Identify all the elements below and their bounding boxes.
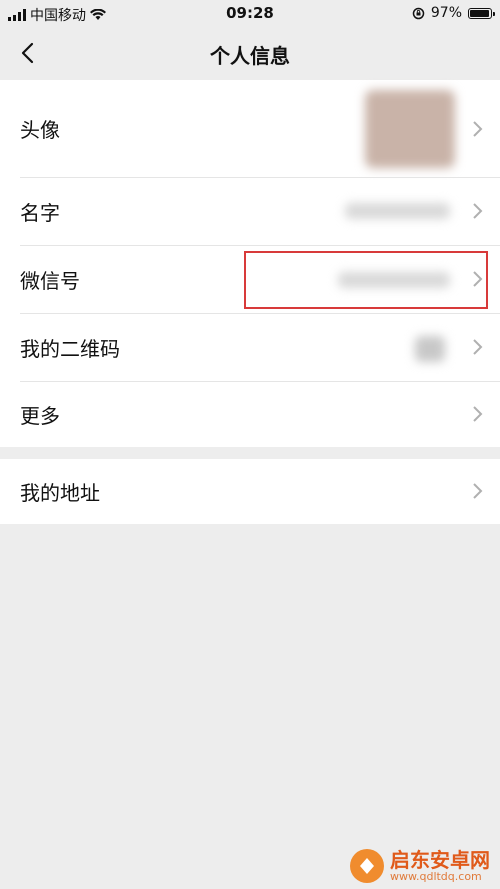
row-label: 微信号	[20, 269, 80, 293]
highlight-box	[244, 251, 488, 309]
watermark: 启东安卓网 www.qdltdq.com	[350, 849, 490, 883]
address-group: 我的地址	[0, 459, 500, 524]
battery-fill	[470, 9, 490, 17]
name-value-redacted	[345, 203, 450, 219]
row-label: 我的地址	[20, 481, 100, 505]
status-right: 97%	[412, 5, 495, 21]
chevron-right-icon	[473, 406, 483, 422]
status-bar: 中国移动 09:28 97%	[0, 0, 500, 28]
row-label: 头像	[20, 118, 60, 142]
watermark-text: 启东安卓网 www.qdltdq.com	[390, 849, 490, 883]
battery-percent: 97%	[430, 5, 462, 21]
row-avatar[interactable]: 头像	[0, 80, 500, 177]
row-my-address[interactable]: 我的地址	[0, 459, 500, 524]
row-name[interactable]: 名字	[0, 178, 500, 245]
row-more[interactable]: 更多	[0, 382, 500, 447]
chevron-right-icon	[473, 121, 483, 137]
chevron-right-icon	[473, 203, 483, 219]
row-qr-code[interactable]: 我的二维码	[0, 314, 500, 381]
watermark-url: www.qdltdq.com	[390, 869, 482, 883]
nav-bar: 个人信息	[0, 28, 500, 78]
page-title: 个人信息	[210, 44, 290, 68]
watermark-logo-icon	[350, 848, 384, 883]
chevron-right-icon	[473, 339, 483, 355]
row-label: 名字	[20, 201, 60, 225]
rotation-lock-icon	[412, 7, 425, 19]
chevron-right-icon	[473, 483, 483, 499]
watermark-name: 启东安卓网	[390, 847, 490, 872]
row-label: 我的二维码	[20, 337, 120, 361]
qr-code-icon	[415, 336, 445, 362]
avatar	[365, 90, 455, 168]
battery-icon	[468, 7, 495, 19]
row-label: 更多	[20, 404, 60, 428]
